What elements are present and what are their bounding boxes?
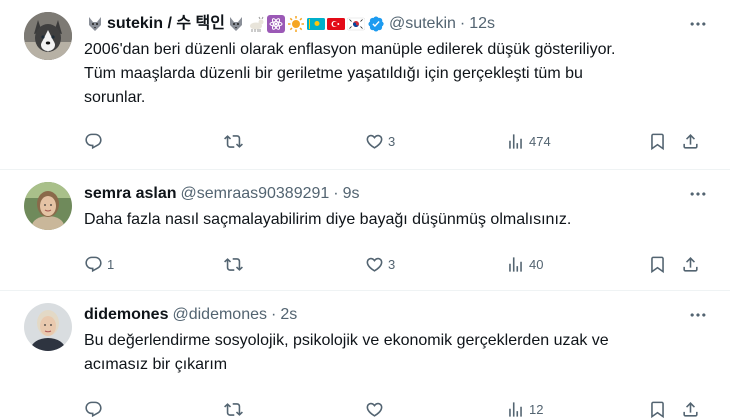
avatar[interactable] (24, 303, 72, 351)
retweet-icon (224, 255, 243, 274)
bookmark-button[interactable] (648, 399, 667, 419)
emoji-atom-icon (266, 15, 285, 33)
husky-avatar-icon (24, 12, 72, 60)
view-count: 12 (529, 401, 544, 417)
tweet-text-line: Tüm maaşlarda düzenli bir geriletme yaşa… (84, 65, 583, 82)
bookmark-icon (648, 255, 667, 274)
tweet[interactable]: didemones @didemones · 2s Bu değerlendir… (0, 291, 730, 420)
like-button[interactable] (365, 399, 388, 419)
retweet-icon (224, 132, 243, 151)
tweet-text-line: 2006'dan beri düzenli olarak enflasyon m… (84, 41, 616, 58)
handle[interactable]: @didemones (172, 305, 267, 325)
heart-icon (365, 400, 384, 419)
handle[interactable]: @sutekin (389, 14, 456, 34)
more-options-icon[interactable] (688, 14, 708, 34)
separator-dot: · (333, 185, 339, 202)
reply-icon (84, 132, 103, 151)
reply-button[interactable] (84, 399, 107, 419)
reply-button[interactable]: 1 (84, 254, 114, 274)
bookmark-button[interactable] (648, 254, 667, 274)
view-count: 474 (529, 133, 551, 149)
action-bar: 1 3 40 (84, 254, 714, 274)
bookmark-button[interactable] (648, 131, 667, 151)
action-bar: 3 474 (84, 131, 714, 151)
share-button[interactable] (681, 131, 700, 151)
tweet-text: Daha fazla nasıl saçmalayabilirim diye b… (84, 208, 714, 232)
emoji-turkey-flag-icon (326, 15, 345, 33)
tweet-text: 2006'dan beri düzenli olarak enflasyon m… (84, 38, 714, 110)
share-icon (681, 400, 700, 419)
tweet-header: sutekin / 수 택인 @sutekin · 12s (84, 14, 495, 34)
share-button[interactable] (681, 254, 700, 274)
views-chart-icon (506, 132, 525, 151)
reply-icon (84, 255, 103, 274)
user-photo-icon (24, 182, 72, 230)
like-button[interactable]: 3 (365, 131, 395, 151)
more-options-icon[interactable] (688, 184, 708, 204)
display-name[interactable]: semra aslan (84, 184, 177, 204)
retweet-icon (224, 400, 243, 419)
views-button[interactable]: 12 (506, 399, 543, 419)
views-chart-icon (506, 400, 525, 419)
timestamp[interactable]: 12s (469, 14, 495, 34)
emoji-wolf-icon (227, 15, 245, 33)
share-button[interactable] (681, 399, 700, 419)
like-button[interactable]: 3 (365, 254, 395, 274)
tweet-text-line: Daha fazla nasıl saçmalayabilirim diye b… (84, 211, 572, 228)
share-icon (681, 132, 700, 151)
verified-badge-icon[interactable] (367, 15, 385, 33)
emoji-south-korea-flag-icon (346, 15, 366, 33)
separator-dot: · (270, 306, 277, 323)
tweet-header: didemones @didemones · 2s (84, 305, 297, 325)
views-chart-icon (506, 255, 525, 274)
share-icon (681, 255, 700, 274)
avatar[interactable] (24, 12, 72, 60)
retweet-button[interactable] (224, 399, 247, 419)
emoji-wolf-icon (86, 15, 104, 33)
tweet-text: Bu değerlendirme sosyolojik, psikolojik … (84, 329, 714, 377)
tweet-text-line: sorunlar. (84, 89, 146, 106)
heart-icon (365, 255, 384, 274)
retweet-button[interactable] (224, 254, 247, 274)
tweet[interactable]: sutekin / 수 택인 @sutekin · 12s 2006'dan b… (0, 0, 730, 170)
emoji-sun-icon (287, 15, 305, 33)
like-count: 3 (388, 133, 396, 149)
tweet-text-line: Bu değerlendirme sosyolojik, psikolojik … (84, 332, 609, 349)
timestamp[interactable]: 9s (343, 184, 360, 204)
tweet[interactable]: semra aslan @semraas90389291 · 9s Daha f… (0, 170, 730, 290)
views-button[interactable]: 40 (506, 254, 543, 274)
separator-dot: · (459, 15, 466, 32)
bookmark-icon (648, 400, 667, 419)
timestamp[interactable]: 2s (280, 305, 297, 325)
more-options-icon[interactable] (688, 305, 708, 325)
view-count: 40 (529, 256, 544, 272)
avatar[interactable] (24, 182, 72, 230)
display-name[interactable]: didemones (84, 305, 168, 325)
display-name[interactable]: sutekin / 수 택인 (107, 14, 225, 34)
action-bar: 12 (84, 399, 714, 419)
retweet-button[interactable] (224, 131, 247, 151)
bookmark-icon (648, 132, 667, 151)
tweet-header: semra aslan @semraas90389291 · 9s (84, 184, 360, 204)
emoji-kazakhstan-flag-icon (306, 15, 325, 33)
user-photo-icon (24, 303, 72, 351)
reply-icon (84, 400, 103, 419)
like-count: 3 (388, 256, 396, 272)
tweet-text-line: acımasız bir çıkarım (84, 356, 228, 373)
handle[interactable]: @semraas90389291 (181, 184, 330, 204)
views-button[interactable]: 474 (506, 131, 551, 151)
heart-icon (365, 132, 384, 151)
reply-button[interactable] (84, 131, 107, 151)
emoji-goat-icon (247, 15, 265, 33)
reply-count: 1 (107, 256, 115, 272)
